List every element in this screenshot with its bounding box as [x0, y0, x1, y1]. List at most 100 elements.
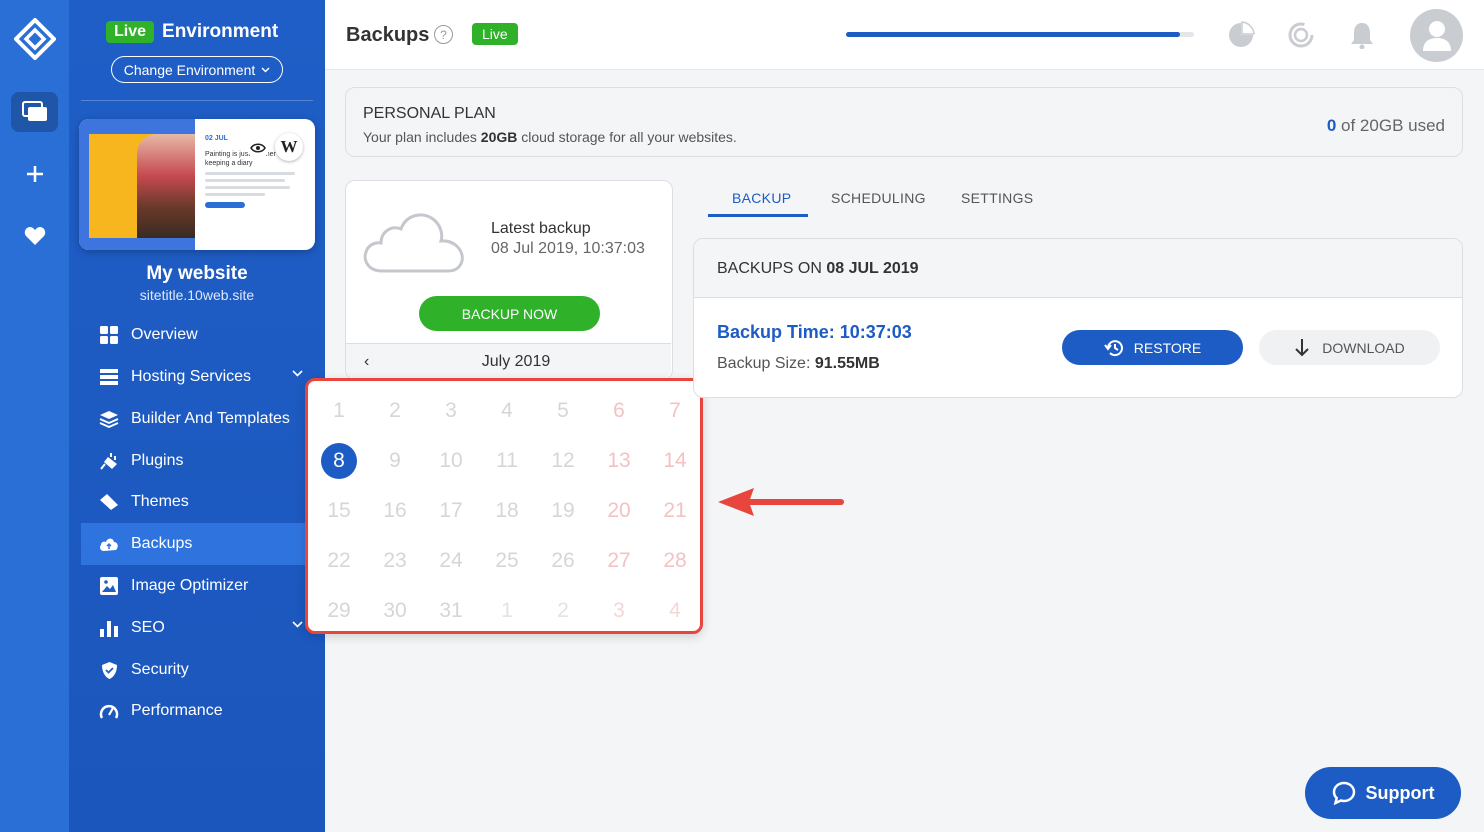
calendar-day-selected[interactable]: 8 [311, 436, 367, 486]
download-button[interactable]: DOWNLOAD [1259, 330, 1440, 365]
heart-icon[interactable] [11, 216, 58, 256]
site-url[interactable]: sitetitle.10web.site [69, 287, 325, 303]
calendar-day[interactable]: 19 [535, 486, 591, 536]
plan-description: Your plan includes 20GB cloud storage fo… [363, 129, 737, 145]
calendar-day[interactable]: 3 [423, 386, 479, 436]
calendar-day[interactable]: 29 [311, 586, 367, 636]
speedometer-icon[interactable] [1286, 20, 1316, 50]
calendar-day[interactable]: 26 [535, 536, 591, 586]
top-header: Backups ? Live [325, 0, 1484, 70]
calendar-day[interactable]: 10 [423, 436, 479, 486]
thumbnail-line [205, 193, 265, 196]
sidebar-divider [81, 100, 313, 101]
plan-usage: 0 of 20GB used [1326, 116, 1445, 135]
chevron-down-icon [261, 66, 270, 73]
support-button[interactable]: Support [1305, 767, 1461, 819]
thumbnail-line [205, 179, 285, 182]
calendar-day[interactable]: 24 [423, 536, 479, 586]
help-icon[interactable]: ? [434, 25, 453, 44]
backup-time: Backup Time: 10:37:03 [717, 322, 912, 342]
image-icon [99, 576, 119, 596]
calendar-day[interactable]: 18 [479, 486, 535, 536]
backup-size: Backup Size: 91.55MB [717, 355, 880, 372]
change-environment-label: Change Environment [123, 61, 256, 78]
websites-icon[interactable] [11, 92, 58, 132]
restore-icon [1103, 339, 1123, 356]
calendar-day[interactable]: 15 [311, 486, 367, 536]
calendar-day[interactable]: 12 [535, 436, 591, 486]
nav-item-performance[interactable]: Performance [81, 690, 325, 732]
tab-settings[interactable]: SETTINGS [961, 190, 1033, 206]
calendar-day[interactable]: 25 [479, 536, 535, 586]
page-title: Backups [346, 24, 430, 46]
nav-label: Backups [131, 535, 193, 552]
nav-label: Security [131, 661, 189, 678]
nav-item-seo[interactable]: SEO [81, 607, 325, 649]
download-icon [1295, 338, 1309, 356]
calendar-day[interactable]: 31 [423, 586, 479, 636]
nav-item-backups[interactable]: Backups [81, 523, 325, 565]
nav-label: Overview [131, 326, 198, 343]
tab-scheduling[interactable]: SCHEDULING [831, 190, 926, 206]
tab-underline [708, 214, 808, 217]
calendar-day[interactable]: 4 [479, 386, 535, 436]
add-icon[interactable] [11, 154, 58, 194]
restore-button[interactable]: RESTORE [1062, 330, 1243, 365]
logo-icon[interactable] [13, 17, 57, 61]
nav-item-overview[interactable]: Overview [81, 314, 325, 356]
change-environment-button[interactable]: Change Environment [111, 56, 283, 83]
latest-backup-label: Latest backup [491, 220, 591, 237]
thumbnail-line [205, 186, 290, 189]
nav-label: Plugins [131, 452, 184, 469]
calendar-day[interactable]: 14 [647, 436, 703, 486]
calendar-day[interactable]: 21 [647, 486, 703, 536]
annotation-arrow-icon [718, 488, 844, 516]
nav-item-builder-templates[interactable]: Builder And Templates [81, 398, 325, 440]
calendar-day[interactable]: 30 [367, 586, 423, 636]
shield-icon [99, 660, 119, 680]
calendar-day[interactable]: 27 [591, 536, 647, 586]
calendar-day[interactable]: 2 [535, 586, 591, 636]
nav-item-image-optimizer[interactable]: Image Optimizer [81, 565, 325, 607]
calendar-day[interactable]: 6 [591, 386, 647, 436]
calendar-day[interactable]: 17 [423, 486, 479, 536]
calendar-day[interactable]: 11 [479, 436, 535, 486]
calendar-day[interactable]: 4 [647, 586, 703, 636]
wordpress-icon[interactable]: W [275, 133, 303, 161]
storage-progress-bar [846, 32, 1194, 37]
calendar-day[interactable]: 1 [479, 586, 535, 636]
bell-icon[interactable] [1347, 20, 1377, 50]
calendar-day[interactable]: 20 [591, 486, 647, 536]
calendar-day[interactable]: 2 [367, 386, 423, 436]
calendar-day[interactable]: 1 [311, 386, 367, 436]
tab-backup[interactable]: BACKUP [732, 190, 791, 206]
layers-icon [99, 409, 119, 429]
thumbnail-line [205, 172, 295, 175]
calendar-month: July 2019 [481, 353, 551, 370]
backups-card-header: BACKUPS ON 08 JUL 2019 [694, 239, 1462, 298]
calendar-day[interactable]: 16 [367, 486, 423, 536]
eye-icon[interactable] [247, 137, 269, 159]
nav-item-themes[interactable]: Themes [81, 481, 325, 523]
calendar-day[interactable]: 3 [591, 586, 647, 636]
calendar-day[interactable]: 28 [647, 536, 703, 586]
backup-now-button[interactable]: BACKUP NOW [419, 296, 600, 331]
plan-card: PERSONAL PLAN Your plan includes 20GB cl… [345, 87, 1463, 157]
calendar-day[interactable]: 22 [311, 536, 367, 586]
restore-label: RESTORE [1133, 339, 1202, 356]
calendar-day[interactable]: 23 [367, 536, 423, 586]
plug-icon [99, 451, 119, 471]
site-thumbnail[interactable]: 02 JUL Painting is just another way of k… [79, 119, 315, 250]
thumbnail-figure [137, 134, 195, 238]
download-label: DOWNLOAD [1322, 339, 1405, 356]
selected-day-marker: 8 [321, 443, 357, 479]
calendar-day[interactable]: 5 [535, 386, 591, 436]
calendar-day[interactable]: 13 [591, 436, 647, 486]
pie-chart-icon[interactable] [1226, 20, 1256, 50]
nav-item-security[interactable]: Security [81, 649, 325, 691]
avatar[interactable] [1410, 9, 1463, 62]
calendar-day[interactable]: 9 [367, 436, 423, 486]
backups-card: BACKUPS ON 08 JUL 2019 Backup Time: 10:3… [693, 238, 1463, 398]
nav-item-hosting-services[interactable]: Hosting Services [81, 356, 325, 398]
nav-item-plugins[interactable]: Plugins [81, 440, 325, 482]
